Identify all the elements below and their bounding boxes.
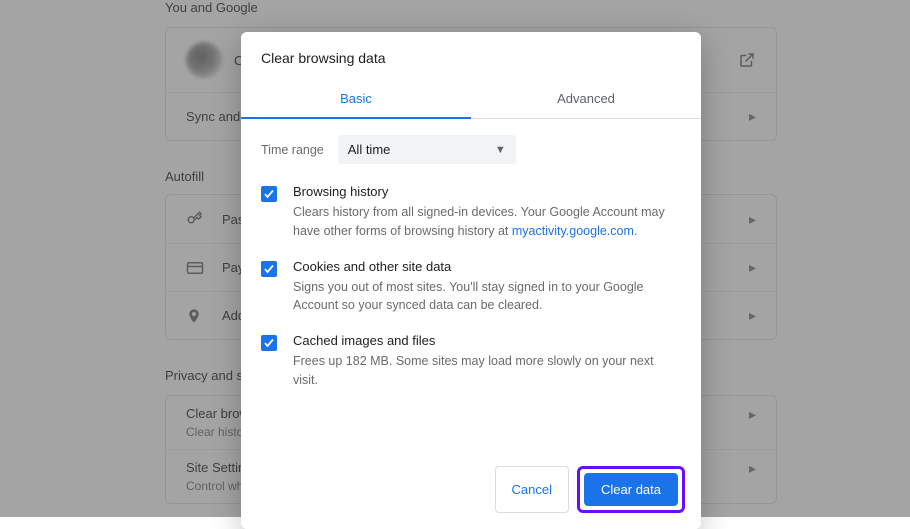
option-cookies: Cookies and other site data Signs you ou… bbox=[261, 259, 681, 316]
dialog-body: Time range All time ▼ Browsing history C… bbox=[241, 119, 701, 416]
checkbox-cached[interactable] bbox=[261, 335, 277, 351]
dialog-title: Clear browsing data bbox=[241, 50, 701, 80]
option-title: Cached images and files bbox=[293, 333, 681, 348]
myactivity-link[interactable]: myactivity.google.com bbox=[512, 224, 634, 238]
option-desc: Frees up 182 MB. Some sites may load mor… bbox=[293, 352, 681, 390]
clear-browsing-data-dialog: Clear browsing data Basic Advanced Time … bbox=[241, 32, 701, 529]
cancel-button[interactable]: Cancel bbox=[495, 466, 569, 513]
option-desc: Signs you out of most sites. You'll stay… bbox=[293, 278, 681, 316]
option-desc: Clears history from all signed-in device… bbox=[293, 203, 681, 241]
highlight-ring: Clear data bbox=[577, 466, 685, 513]
caret-down-icon: ▼ bbox=[495, 144, 506, 156]
time-range-value: All time bbox=[348, 142, 391, 157]
option-browsing-history: Browsing history Clears history from all… bbox=[261, 184, 681, 241]
checkbox-browsing-history[interactable] bbox=[261, 186, 277, 202]
option-title: Cookies and other site data bbox=[293, 259, 681, 274]
time-range-label: Time range bbox=[261, 143, 324, 157]
option-title: Browsing history bbox=[293, 184, 681, 199]
tab-basic[interactable]: Basic bbox=[241, 80, 471, 119]
checkbox-cookies[interactable] bbox=[261, 261, 277, 277]
clear-data-button[interactable]: Clear data bbox=[584, 473, 678, 506]
option-cached: Cached images and files Frees up 182 MB.… bbox=[261, 333, 681, 390]
time-range-select[interactable]: All time ▼ bbox=[338, 135, 516, 164]
tab-advanced[interactable]: Advanced bbox=[471, 80, 701, 118]
dialog-tabs: Basic Advanced bbox=[241, 80, 701, 119]
time-range-row: Time range All time ▼ bbox=[261, 135, 681, 164]
dialog-footer: Cancel Clear data bbox=[241, 416, 701, 529]
